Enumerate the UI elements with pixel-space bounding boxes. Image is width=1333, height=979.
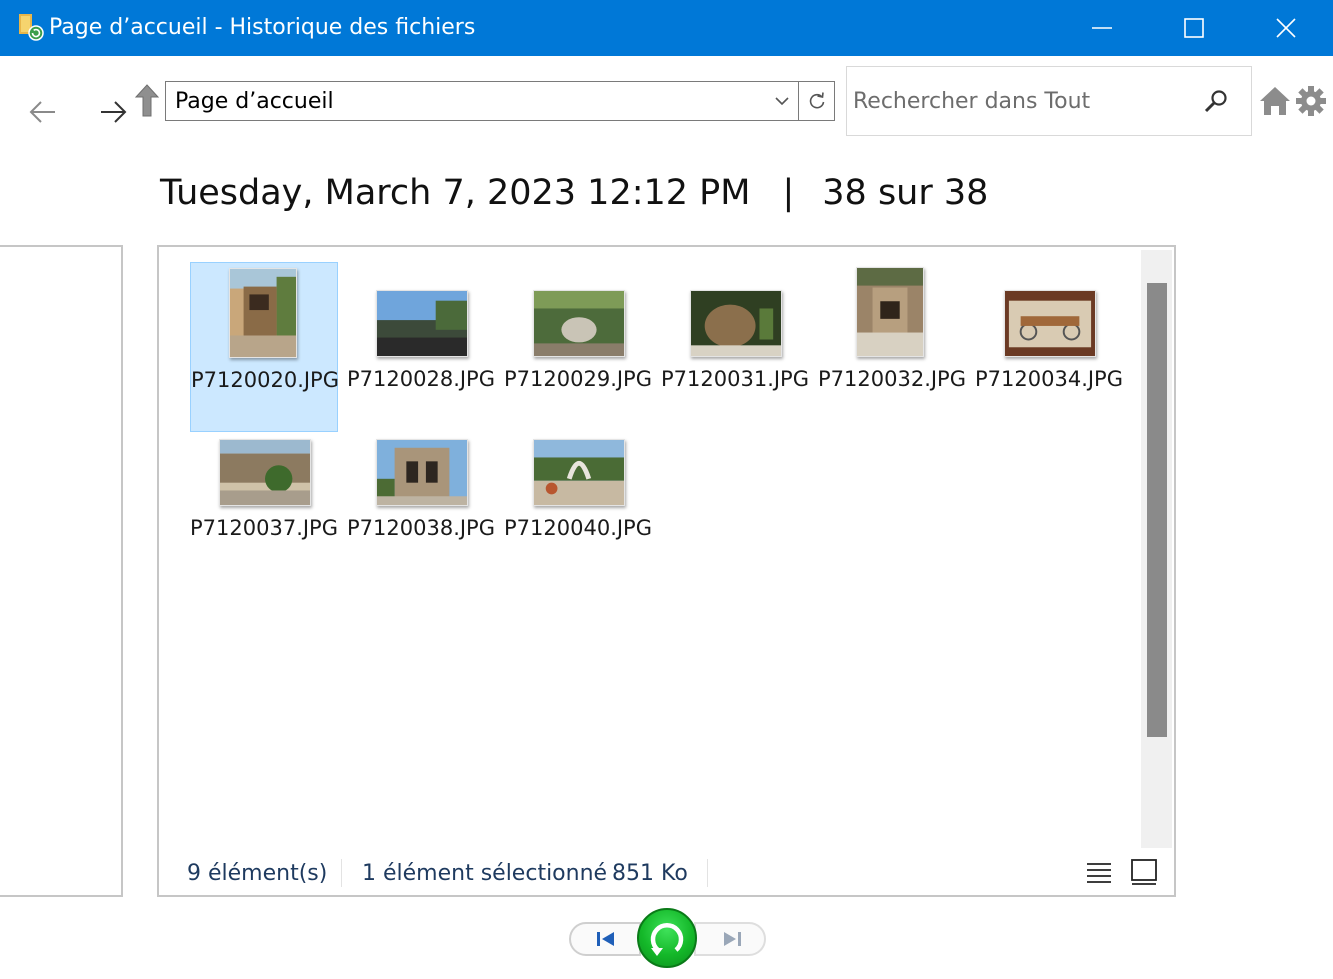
version-position: 38 sur 38 (822, 173, 989, 213)
forward-arrow-icon[interactable] (96, 96, 130, 128)
file-name: P7120037.JPG (190, 516, 338, 540)
thumbnail (1004, 290, 1096, 357)
file-name: P7120032.JPG (818, 367, 966, 391)
version-date: Tuesday, March 7, 2023 12:12 PM (160, 173, 751, 213)
file-item[interactable]: P7120037.JPG (190, 434, 338, 604)
minimize-button[interactable] (1056, 0, 1148, 56)
search-box[interactable]: Rechercher dans Tout (846, 66, 1252, 136)
file-name: P7120034.JPG (975, 367, 1123, 391)
up-arrow-icon[interactable] (134, 84, 160, 118)
thumbnail (229, 268, 297, 358)
title-bar: Page d’accueil - Historique des fichiers (0, 0, 1333, 56)
header-separator: | (782, 173, 795, 213)
close-button[interactable] (1240, 0, 1332, 56)
file-item[interactable]: P7120032.JPG (818, 262, 966, 432)
scrollbar-thumb[interactable] (1147, 283, 1167, 737)
selection-size: 851 Ko (612, 861, 688, 886)
search-placeholder: Rechercher dans Tout (853, 89, 1091, 114)
minimize-icon (1092, 27, 1112, 29)
previous-version-icon (597, 932, 614, 946)
thumbnail (533, 290, 625, 357)
maximize-icon (1184, 18, 1204, 38)
large-icons-view-icon[interactable] (1129, 857, 1159, 887)
close-icon (1276, 18, 1296, 38)
address-text: Page d’accueil (175, 89, 334, 114)
file-name: P7120029.JPG (504, 367, 652, 391)
file-name: P7120038.JPG (347, 516, 495, 540)
file-item[interactable]: P7120020.JPG (190, 262, 339, 432)
restore-button[interactable] (637, 908, 697, 968)
file-item[interactable]: P7120038.JPG (347, 434, 495, 604)
refresh-icon (809, 92, 824, 109)
restore-icon (650, 923, 684, 956)
file-item[interactable]: P7120029.JPG (504, 262, 652, 432)
previous-version-button[interactable] (569, 922, 641, 956)
details-view-icon[interactable] (1085, 859, 1113, 887)
file-name: P7120040.JPG (504, 516, 652, 540)
address-bar[interactable]: Page d’accueil (165, 81, 799, 121)
file-item[interactable]: P7120040.JPG (504, 434, 652, 604)
item-count: 9 élément(s) (187, 861, 328, 886)
previous-version-panel[interactable] (0, 245, 123, 897)
file-name: P7120031.JPG (661, 367, 809, 391)
selection-info: 1 élément sélectionné (362, 861, 608, 886)
status-divider (707, 859, 708, 887)
file-name: P7120028.JPG (347, 367, 495, 391)
file-item[interactable]: P7120028.JPG (347, 262, 495, 432)
search-icon[interactable] (1203, 89, 1229, 115)
gear-icon[interactable] (1294, 84, 1328, 118)
back-arrow-icon[interactable] (26, 96, 60, 128)
next-version-icon (724, 932, 741, 946)
maximize-button[interactable] (1148, 0, 1240, 56)
status-divider (341, 859, 342, 887)
window-title: Page d’accueil - Historique des fichiers (49, 15, 476, 40)
home-icon[interactable] (1258, 84, 1292, 118)
refresh-button[interactable] (799, 81, 835, 121)
file-name: P7120020.JPG (191, 368, 339, 392)
next-version-button[interactable] (694, 922, 766, 956)
version-header: Tuesday, March 7, 2023 12:12 PM | 38 sur 3… (160, 172, 988, 214)
thumbnail (376, 439, 468, 506)
app-icon (19, 14, 44, 41)
file-view-panel: P7120020.JPG P7120028.JPG P7120029.JPG P… (157, 245, 1176, 897)
status-bar: 9 élément(s) 1 élément sélectionné 851 K… (159, 851, 1174, 895)
thumbnail (856, 267, 924, 357)
chevron-down-icon[interactable] (774, 95, 790, 107)
thumbnail (690, 290, 782, 357)
file-item[interactable]: P7120034.JPG (975, 262, 1123, 432)
file-item[interactable]: P7120031.JPG (661, 262, 809, 432)
thumbnail (219, 439, 311, 506)
thumbnail (533, 439, 625, 506)
thumbnail (376, 290, 468, 357)
